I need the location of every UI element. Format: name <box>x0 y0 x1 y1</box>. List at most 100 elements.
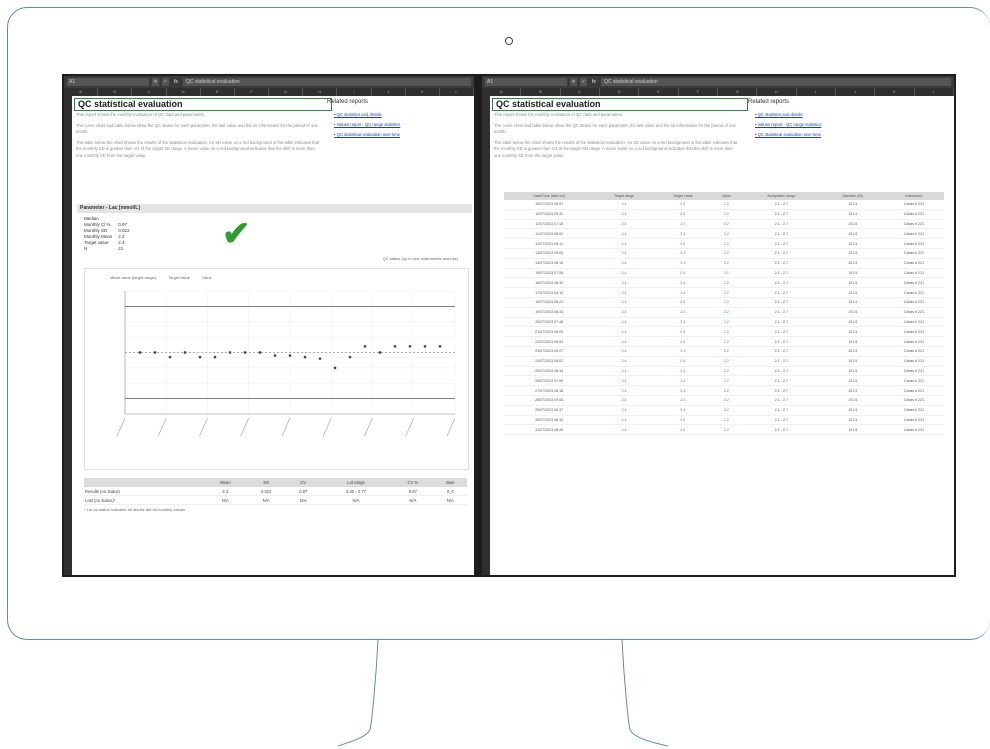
data-point <box>423 345 427 348</box>
table-cell: 2.4 <box>653 395 712 406</box>
table-cell: 11/07/2023 08:02 <box>504 228 595 240</box>
table-cell: 101.5 <box>821 375 884 387</box>
related-link[interactable]: QC statistics and details <box>755 112 915 117</box>
table-cell: 2.1 - 2.7 <box>741 287 822 298</box>
sheet-content: QC statistical evaluation This report sh… <box>490 96 954 575</box>
table-cell: 101.5 <box>821 258 884 269</box>
table-cell: 2.2 <box>711 307 742 318</box>
table-cell: Cobas b 221 <box>883 228 944 240</box>
formula-input[interactable]: QC statistical evaluation <box>601 78 951 86</box>
x-tick-label <box>281 417 291 437</box>
table-cell: 2.1 - 2.7 <box>741 317 822 328</box>
function-icon[interactable]: fx <box>172 79 180 85</box>
legend-item: Value <box>201 275 212 280</box>
table-cell: 2.2 <box>711 219 742 230</box>
confirm-icon[interactable]: ✓ <box>162 78 169 86</box>
cancel-icon[interactable]: ✕ <box>570 78 577 86</box>
screen: A1 ✕ ✓ fx QC statistical evaluation ABCD… <box>62 74 956 577</box>
table-cell: 2.4 <box>594 405 654 416</box>
summary-header <box>84 478 205 487</box>
summary-row-label: Lost (no status)* <box>84 495 205 505</box>
parameter-header: Parameter - Lac [mmol/L] <box>77 204 472 213</box>
table-cell: 101.5 <box>821 424 884 436</box>
table-row: 15/07/2023 07:55 2.4 2.4 2.1 2.1 - 2.7 101.5 C… <box>504 268 944 279</box>
table-row: 23/07/2023 09:27 2.4 2.4 2.2 2.1 - 2.7 101.5 C… <box>504 346 944 357</box>
table-row: 12/07/2023 08:11 2.4 2.4 2.2 2.1 - 2.7 101.5 C… <box>504 238 944 249</box>
table-cell: 2.1 - 2.7 <box>741 326 822 338</box>
right-spreadsheet: A1 ✕ ✓ fx QC statistical evaluation ABCD… <box>482 76 954 575</box>
related-link[interactable]: QC statistical evaluation over time <box>755 132 915 137</box>
table-cell: 2.1 - 2.7 <box>741 375 822 387</box>
description-line: The table below the chart shows the resu… <box>494 139 738 158</box>
table-cell: 2.1 - 2.7 <box>741 415 822 426</box>
chart-legend: Mean value (target range) Target value V… <box>110 275 212 280</box>
table-row: 24/07/2023 08:02 2.4 2.4 2.2 2.1 - 2.7 101.5 C… <box>504 356 944 367</box>
table-header: Acceptable range <box>741 192 822 200</box>
table-cell: 25/07/2023 08:44 <box>504 366 595 377</box>
summary-cell: N/A <box>433 495 467 505</box>
related-link[interactable]: QC statistics and details <box>334 112 474 117</box>
table-cell: 2.4 <box>653 385 712 396</box>
data-point <box>288 354 292 357</box>
table-cell: 2.1 - 2.7 <box>741 424 822 436</box>
legend-item: Target value <box>168 275 190 280</box>
stats-block: Median Monthly Cl % 0.97 Monthly SD 0.022 … <box>84 216 136 252</box>
data-point <box>408 345 412 348</box>
summary-table: Mean SD CV Lot range CV % Bias Results (… <box>84 478 467 512</box>
table-cell: 2.1 - 2.7 <box>741 248 822 259</box>
table-cell: 22/07/2023 08:54 <box>504 336 595 347</box>
summary-cell: 2.40 - 2.77 <box>319 487 393 496</box>
table-header: Target range <box>594 192 654 200</box>
table-cell: Cobas b 221 <box>883 356 944 367</box>
data-point <box>138 351 142 354</box>
table-cell: 2.2 <box>711 277 742 289</box>
table-cell: 2.4 <box>594 248 654 259</box>
table-cell: 2.4 <box>594 277 654 289</box>
formula-input[interactable]: QC statistical evaluation <box>183 78 471 86</box>
data-point <box>228 351 232 354</box>
table-cell: 2.4 <box>653 424 712 436</box>
table-cell: 101.5 <box>821 277 884 289</box>
related-link[interactable]: QC statistical evaluation over time <box>334 132 474 137</box>
table-cell: 2.2 <box>711 405 742 416</box>
name-box[interactable]: A1 <box>485 78 567 86</box>
table-cell: 2.4 <box>653 277 712 289</box>
table-cell: 101.5 <box>821 356 884 367</box>
summary-cell: 0.97 <box>286 487 320 496</box>
summary-cell: N/A <box>286 495 320 505</box>
table-cell: 2.1 - 2.7 <box>741 346 822 357</box>
table-cell: 2.4 <box>594 307 654 318</box>
table-cell: 2.4 <box>653 287 712 298</box>
qc-results-table: Date/Time (last run) Target range Target… <box>504 192 944 436</box>
table-row: 14/07/2023 08:15 2.4 2.4 2.2 2.1 - 2.7 101.5 C… <box>504 258 944 269</box>
table-cell: 2.4 <box>653 209 712 220</box>
table-cell: 2.4 <box>594 219 654 230</box>
table-cell: 2.2 <box>711 248 742 259</box>
table-cell: 2.4 <box>653 415 712 426</box>
function-icon[interactable]: fx <box>590 79 598 85</box>
x-tick-label <box>116 417 126 437</box>
name-box[interactable]: A1 <box>67 78 149 86</box>
related-link[interactable]: Values report - QC range statistics <box>755 122 915 127</box>
table-cell: 2.2 <box>711 385 742 396</box>
table-cell: 2.2 <box>711 228 742 240</box>
status-note: QC status (up to four instruments and lo… <box>382 256 458 261</box>
table-cell: 2.4 <box>653 248 712 259</box>
table-row: 10/07/2023 09:42 2.4 2.4 2.2 2.1 - 2.7 101.5 C… <box>504 209 944 220</box>
table-cell: 2.2 <box>711 424 742 436</box>
related-link[interactable]: Values report - QC range statistics <box>334 122 474 127</box>
cancel-icon[interactable]: ✕ <box>152 78 159 86</box>
table-cell: 2.2 <box>711 395 742 406</box>
x-tick-label <box>322 417 332 437</box>
table-cell: Cobas b 221 <box>883 219 944 230</box>
table-cell: 2.4 <box>594 238 654 249</box>
data-point <box>303 355 307 359</box>
table-row: 28/07/2023 09:05 2.4 2.4 2.2 2.1 - 2.7 101.5 C… <box>504 395 944 406</box>
table-row: 16/07/2023 08:40 2.4 2.4 2.2 2.1 - 2.7 101.5 C… <box>504 277 944 289</box>
table-cell: 2.4 <box>653 268 712 279</box>
table-cell: 2.4 <box>653 219 712 230</box>
table-cell: 101.5 <box>821 248 884 259</box>
left-spreadsheet: A1 ✕ ✓ fx QC statistical evaluation ABCD… <box>64 76 474 575</box>
data-point <box>198 355 202 359</box>
confirm-icon[interactable]: ✓ <box>580 78 587 86</box>
